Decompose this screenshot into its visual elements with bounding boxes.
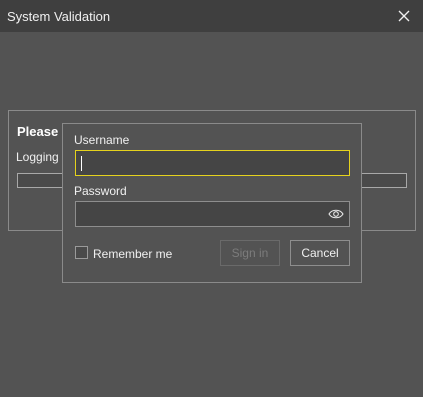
close-button[interactable] bbox=[393, 6, 415, 26]
cancel-button[interactable]: Cancel bbox=[290, 240, 350, 266]
remember-me-checkbox[interactable] bbox=[75, 246, 88, 259]
text-caret bbox=[81, 156, 82, 171]
username-input[interactable] bbox=[75, 150, 350, 176]
title-bar: System Validation bbox=[0, 0, 423, 32]
username-label: Username bbox=[74, 133, 130, 147]
sign-in-button[interactable]: Sign in bbox=[220, 240, 280, 266]
window-title: System Validation bbox=[7, 9, 111, 24]
remember-me-label[interactable]: Remember me bbox=[93, 247, 172, 261]
eye-icon[interactable] bbox=[328, 208, 344, 220]
login-dialog: Username Password Remember me Sign in Ca… bbox=[62, 123, 362, 283]
progress-panel-title: Please bbox=[17, 124, 59, 139]
close-icon bbox=[398, 10, 410, 22]
password-input[interactable] bbox=[75, 201, 350, 227]
progress-panel-message: Logging bbox=[16, 150, 59, 164]
password-label: Password bbox=[74, 184, 127, 198]
